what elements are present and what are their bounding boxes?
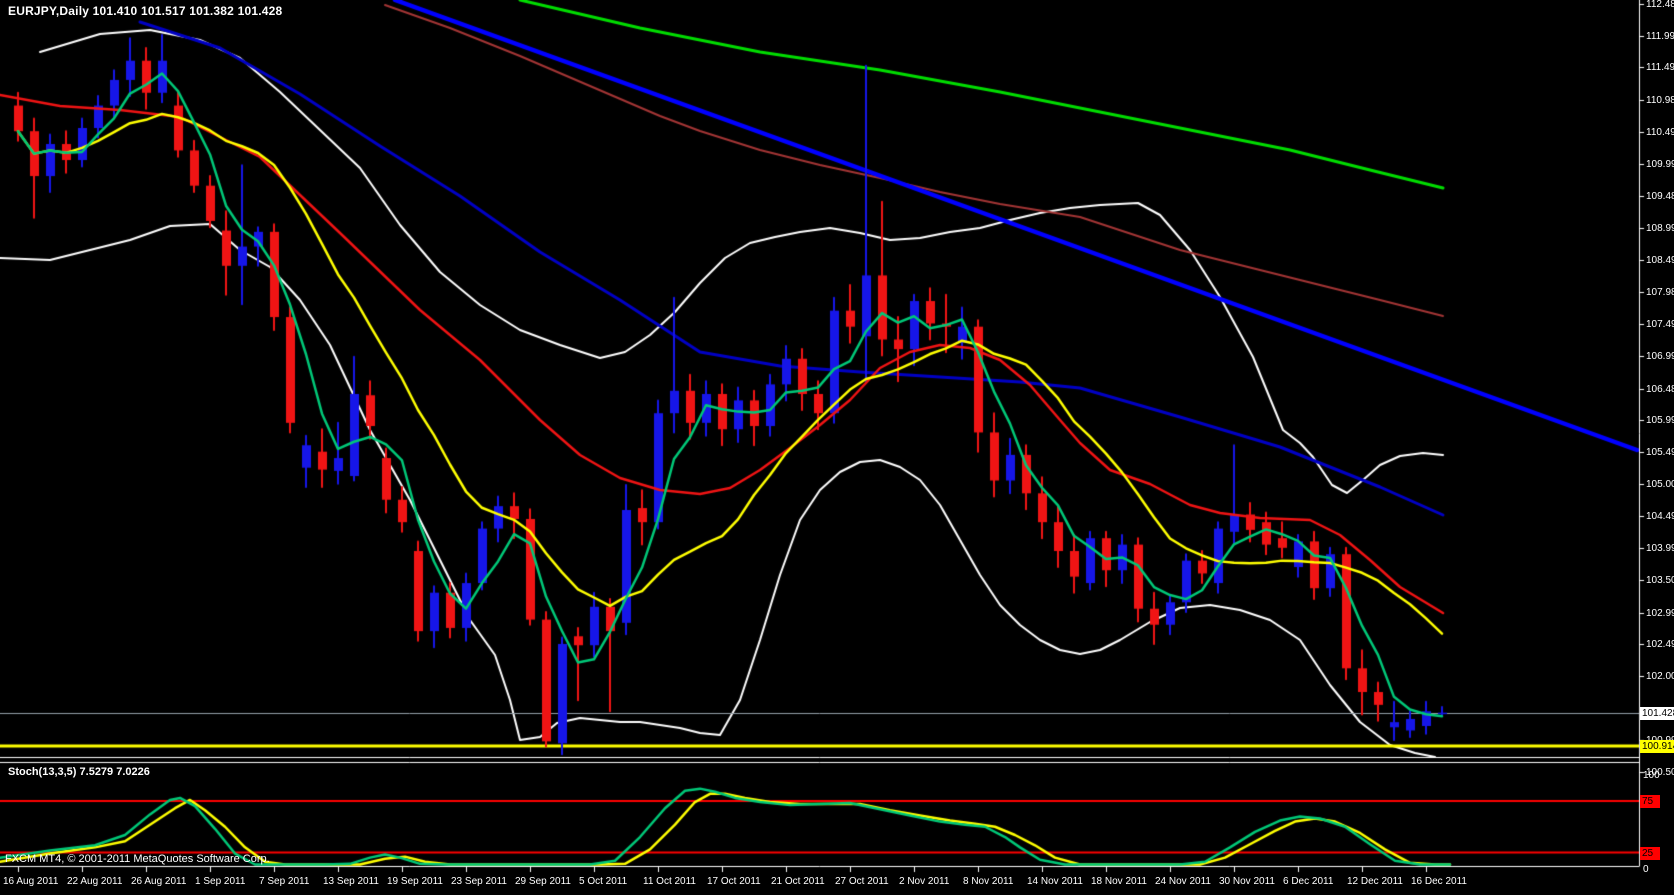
axis-tick-label: 24 Nov 2011	[1155, 876, 1211, 887]
axis-tick-label: 106.995	[1646, 351, 1674, 362]
axis-tick-label: 110.490	[1646, 127, 1674, 138]
axis-tick-label: 106.485	[1646, 384, 1674, 395]
axis-tick-label: 29 Sep 2011	[515, 876, 571, 887]
axis-tick-label: 105.495	[1646, 447, 1674, 458]
axis-tick-label: 0	[1643, 864, 1649, 875]
axis-tick-label: 102.495	[1646, 639, 1674, 650]
axis-tick-label: 112.485	[1646, 0, 1674, 10]
axis-tick-label: 109.995	[1646, 159, 1674, 170]
stoch-indicator-label: Stoch(13,3,5) 7.5279 7.0226	[8, 766, 150, 778]
axis-tick-label: 27 Oct 2011	[835, 876, 889, 887]
axis-tick-label: 16 Aug 2011	[3, 876, 59, 887]
chart-title: EURJPY,Daily 101.410 101.517 101.382 101…	[8, 4, 283, 18]
axis-tick-label: 107.985	[1646, 287, 1674, 298]
copyright-label: FXCM MT4, © 2001-2011 MetaQuotes Softwar…	[5, 853, 270, 865]
axis-tick-label: 14 Nov 2011	[1027, 876, 1083, 887]
axis-tick-label: 16 Dec 2011	[1411, 876, 1467, 887]
current-price-badge: 101.428	[1640, 707, 1674, 720]
axis-tick-label: 108.990	[1646, 223, 1674, 234]
axis-tick-label: 6 Dec 2011	[1283, 876, 1334, 887]
axis-tick-label: 22 Aug 2011	[67, 876, 123, 887]
axis-tick-label: 2 Nov 2011	[899, 876, 950, 887]
axis-tick-label: 26 Aug 2011	[131, 876, 187, 887]
axis-tick-label: 7 Sep 2011	[259, 876, 310, 887]
axis-tick-label: 21 Oct 2011	[771, 876, 825, 887]
mt4-chart-window: EURJPY,Daily 101.410 101.517 101.382 101…	[0, 0, 1674, 895]
axis-tick-label: 103.995	[1646, 543, 1674, 554]
axis-tick-label: 104.490	[1646, 511, 1674, 522]
axis-tick-label: 102.990	[1646, 608, 1674, 619]
axis-tick-label: 23 Sep 2011	[451, 876, 507, 887]
axis-tick-label: 108.495	[1646, 255, 1674, 266]
stoch-level-75-badge: 75	[1640, 795, 1660, 808]
axis-tick-label: 100	[1643, 770, 1660, 781]
axis-tick-label: 105.990	[1646, 415, 1674, 426]
axis-tick-label: 12 Dec 2011	[1347, 876, 1403, 887]
axis-tick-label: 107.490	[1646, 319, 1674, 330]
axis-tick-label: 111.990	[1646, 31, 1674, 42]
axis-tick-label: 30 Nov 2011	[1219, 876, 1275, 887]
support-price-badge: 100.914	[1640, 740, 1674, 753]
stoch-level-25-badge: 25	[1640, 847, 1660, 860]
axis-tick-label: 18 Nov 2011	[1091, 876, 1147, 887]
axis-tick-label: 8 Nov 2011	[963, 876, 1014, 887]
axis-tick-label: 105.000	[1646, 479, 1674, 490]
axis-tick-label: 5 Oct 2011	[579, 876, 628, 887]
axis-tick-label: 17 Oct 2011	[707, 876, 761, 887]
axis-tick-label: 102.000	[1646, 671, 1674, 682]
axis-tick-label: 111.495	[1646, 62, 1674, 73]
axis-tick-label: 11 Oct 2011	[643, 876, 696, 887]
axis-tick-label: 103.500	[1646, 575, 1674, 586]
axis-tick-label: 1 Sep 2011	[195, 876, 246, 887]
axis-tick-label: 13 Sep 2011	[323, 876, 379, 887]
axis-tick-label: 109.485	[1646, 191, 1674, 202]
axis-tick-label: 110.985	[1646, 95, 1674, 106]
chart-canvas[interactable]	[0, 0, 1674, 895]
axis-tick-label: 19 Sep 2011	[387, 876, 443, 887]
